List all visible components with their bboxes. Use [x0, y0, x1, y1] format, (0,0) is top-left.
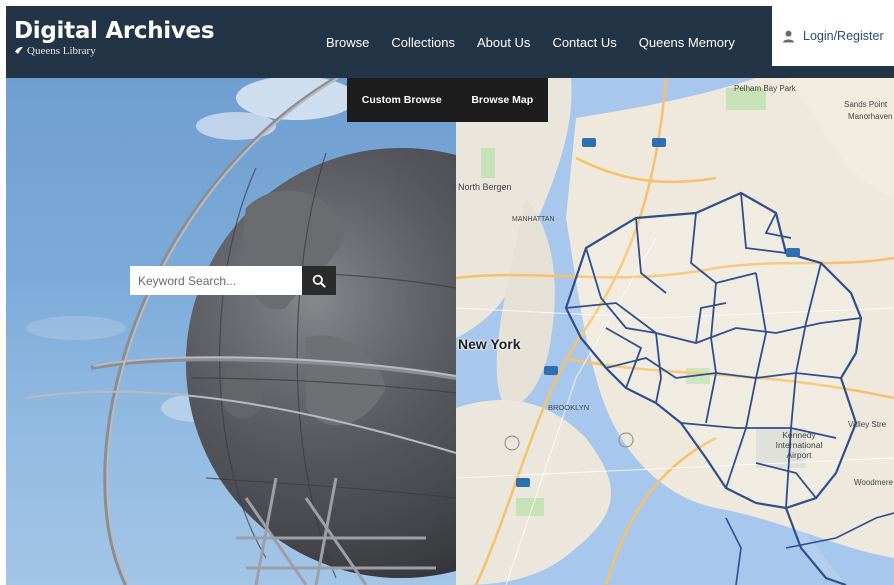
user-icon: [783, 30, 794, 42]
map-label-woodmere: Woodmere: [854, 478, 893, 487]
map-label-sands-point: Sands Point: [844, 100, 888, 109]
hero-banner: Pelham Bay Park Sands Point Manorhaven N…: [6, 78, 894, 585]
brand[interactable]: Digital Archives Queens Library: [14, 18, 215, 57]
search-icon: [312, 274, 326, 288]
menu-item-browse-map[interactable]: Browse Map: [471, 94, 533, 106]
nav-collections[interactable]: Collections: [391, 35, 455, 50]
site-title[interactable]: Digital Archives: [14, 18, 215, 44]
login-register-button[interactable]: Login/Register: [772, 6, 894, 66]
site-header: Digital Archives Queens Library Browse C…: [6, 6, 894, 78]
browse-dropdown-menu: Custom Browse Browse Map: [347, 78, 548, 122]
map-label-north-bergen: North Bergen: [458, 182, 512, 192]
unisphere-illustration: [25, 78, 456, 585]
library-logo: Queens Library: [14, 45, 214, 57]
map-label-brooklyn: BROOKLYN: [548, 403, 590, 412]
map-label-manhattan: MANHATTAN: [512, 216, 555, 223]
map-label-pelham: Pelham Bay Park: [734, 84, 796, 93]
neighborhood-map: [456, 78, 894, 585]
main-nav: Browse Collections About Us Contact Us Q…: [326, 6, 757, 78]
bird-logo-icon: [15, 47, 23, 54]
search-button[interactable]: [302, 266, 336, 295]
map-label-airport: Kennedy International Airport: [775, 430, 823, 460]
nav-about-us[interactable]: About Us: [477, 35, 530, 50]
nav-queens-memory[interactable]: Queens Memory: [639, 35, 735, 50]
library-name: Queens Library: [27, 45, 96, 57]
nav-contact-us[interactable]: Contact Us: [552, 35, 616, 50]
login-register-label: Login/Register: [803, 29, 884, 43]
nav-browse[interactable]: Browse: [326, 35, 369, 50]
map-label-new-york: New York: [458, 336, 521, 352]
map-label-manorhaven: Manorhaven: [848, 112, 893, 121]
unisphere-photo: [6, 78, 456, 585]
menu-item-custom-browse[interactable]: Custom Browse: [362, 94, 442, 106]
map-label-valley-stream: Valley Stre: [848, 420, 887, 429]
queens-map[interactable]: Pelham Bay Park Sands Point Manorhaven N…: [456, 78, 894, 585]
keyword-search-input[interactable]: [130, 266, 302, 295]
keyword-search: [130, 266, 336, 295]
